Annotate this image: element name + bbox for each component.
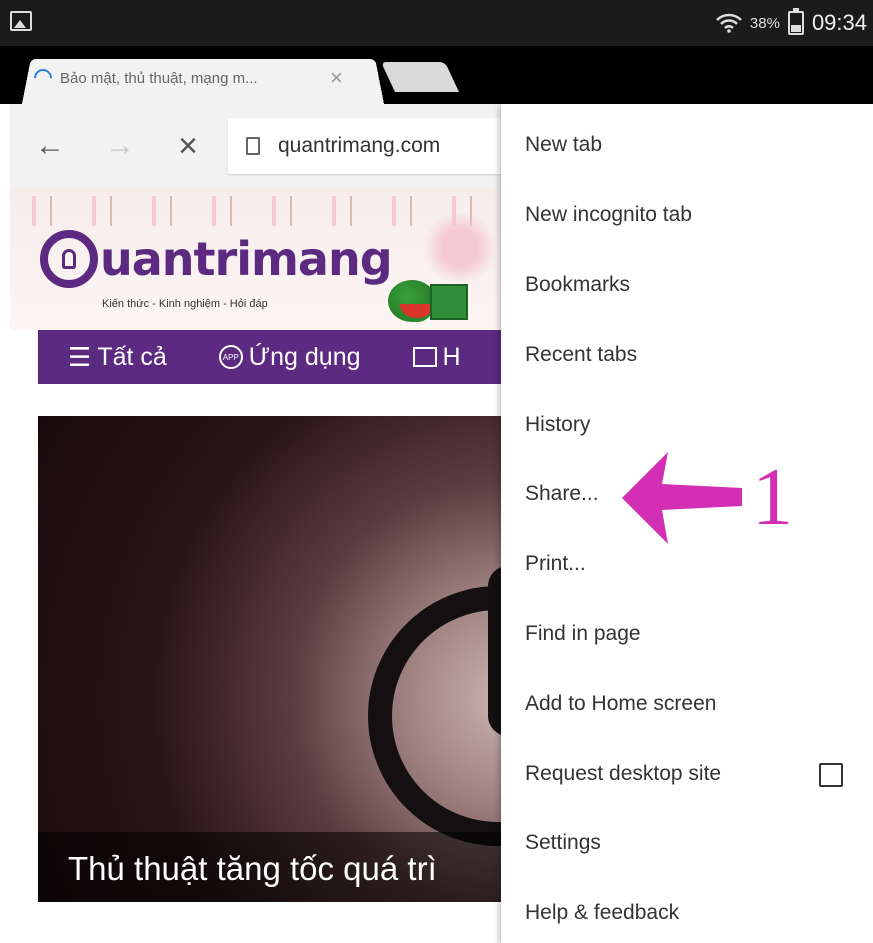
menu-item-help-feedback[interactable]: Help & feedback <box>501 878 873 943</box>
lightbulb-icon <box>62 249 76 269</box>
wifi-icon <box>716 13 742 33</box>
tab-title: Bảo mật, thủ thuật, mạng m... <box>60 69 258 87</box>
loading-spinner-icon <box>30 65 56 91</box>
request-desktop-site-label: Request desktop site <box>525 762 722 785</box>
site-nav-bar: ☰ Tất cả APP Ứng dụng H <box>38 330 510 384</box>
app-icon: APP <box>218 345 243 369</box>
web-page: uantrimang Kiến thức - Kinh nghiệm - Hỏi… <box>10 188 510 943</box>
gallery-notification-icon <box>10 11 32 31</box>
site-logo-text[interactable]: uantrimang <box>100 232 393 286</box>
tab-close-icon[interactable]: × <box>330 67 343 89</box>
menu-item-recent-tabs[interactable]: Recent tabs <box>501 320 873 390</box>
forward-arrow-icon[interactable]: → <box>100 126 140 166</box>
blossom-tree-decoration <box>415 208 505 288</box>
clock: 09:34 <box>811 10 867 35</box>
status-indicators: 38% 09:34 <box>716 8 867 37</box>
nav-item-all-label: Tất cả <box>97 342 167 371</box>
battery-percentage: 38% <box>749 14 780 32</box>
nav-item-third-label: H <box>442 342 461 371</box>
page-info-icon[interactable] <box>246 137 260 155</box>
menu-item-add-to-home-screen[interactable]: Add to Home screen <box>501 669 873 739</box>
stop-loading-icon[interactable]: × <box>168 126 208 166</box>
nav-item-third[interactable]: H <box>412 342 461 372</box>
menu-item-new-tab[interactable]: New tab <box>501 110 873 180</box>
active-tab[interactable]: Bảo mật, thủ thuật, mạng m... × <box>30 58 364 98</box>
site-tagline: Kiến thức - Kinh nghiệm - Hỏi đáp <box>102 298 268 310</box>
hardware-icon <box>412 347 437 367</box>
nav-item-apps-label: Ứng dụng <box>248 342 361 371</box>
menu-item-new-incognito-tab[interactable]: New incognito tab <box>501 180 873 250</box>
menu-item-settings[interactable]: Settings <box>501 808 873 878</box>
url-text[interactable]: quantrimang.com <box>278 134 440 158</box>
annotation-step-label: 1 <box>752 451 793 542</box>
site-logo-icon[interactable] <box>40 230 98 288</box>
featured-article-image[interactable]: Thủ thuật tăng tốc quá trì <box>38 416 510 902</box>
new-tab-button[interactable] <box>381 62 459 92</box>
annotation-arrow-icon <box>622 452 742 544</box>
nav-item-apps[interactable]: APP Ứng dụng <box>218 342 361 372</box>
banh-chung-decoration <box>430 284 468 320</box>
menu-item-bookmarks[interactable]: Bookmarks <box>501 250 873 320</box>
menu-item-find-in-page[interactable]: Find in page <box>501 599 873 669</box>
site-header: uantrimang Kiến thức - Kinh nghiệm - Hỏi… <box>10 188 510 330</box>
nav-item-all[interactable]: ☰ Tất cả <box>68 342 167 373</box>
featured-article-title[interactable]: Thủ thuật tăng tốc quá trì <box>68 850 437 888</box>
back-arrow-icon[interactable]: ← <box>30 126 70 166</box>
hamburger-menu-icon: ☰ <box>68 341 92 372</box>
menu-item-request-desktop-site[interactable]: Request desktop site <box>501 739 873 809</box>
battery-icon <box>787 8 804 35</box>
omnibox[interactable]: quantrimang.com <box>228 118 528 174</box>
status-bar: 38% 09:34 <box>0 0 873 46</box>
request-desktop-site-checkbox[interactable] <box>819 763 843 787</box>
